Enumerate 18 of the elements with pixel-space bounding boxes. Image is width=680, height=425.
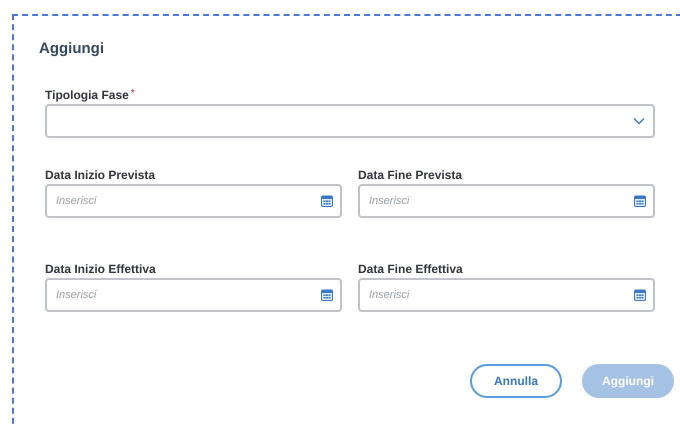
required-mark: * <box>130 88 135 100</box>
calendar-icon <box>321 195 333 207</box>
date-field[interactable]: Inserisci <box>45 278 342 312</box>
calendar-icon <box>634 195 646 207</box>
calendar-icon <box>634 289 646 301</box>
date-field[interactable]: Inserisci <box>358 184 655 218</box>
field-label: Data Inizio Prevista <box>45 168 156 183</box>
dialog-title: Aggiungi <box>39 40 105 58</box>
chevron-down-icon <box>633 117 645 125</box>
field-label: Data Fine Prevista <box>358 168 462 183</box>
date-field[interactable]: Inserisci <box>45 184 342 218</box>
date-field[interactable]: Inserisci <box>358 278 655 312</box>
calendar-icon <box>321 289 333 301</box>
field-label: Data Fine Effettiva <box>358 262 463 277</box>
cancel-button[interactable]: Annulla <box>470 364 562 398</box>
field-label: Tipologia Fase <box>45 88 129 103</box>
select-field[interactable] <box>45 104 655 138</box>
field-label: Data Inizio Effettiva <box>45 262 156 277</box>
